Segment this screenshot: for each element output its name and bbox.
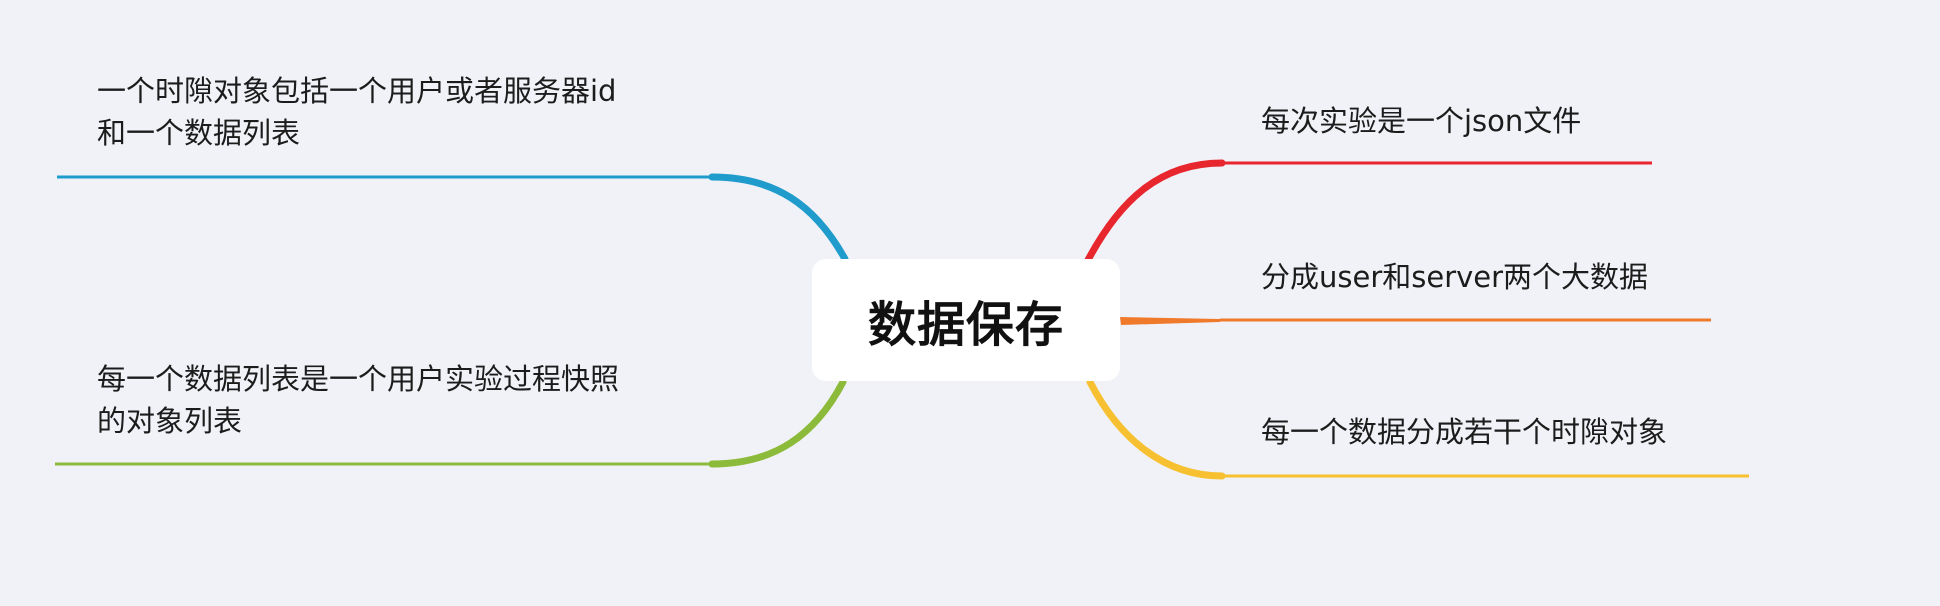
- topic-data-list[interactable]: 每一个数据列表是一个用户实验过程快照 的对象列表: [97, 358, 619, 442]
- topic-label-line-2: 的对象列表: [97, 404, 243, 438]
- topic-timeslot-content[interactable]: 一个时隙对象包括一个用户或者服务器id 和一个数据列表: [97, 70, 616, 154]
- topic-label: 分成user和server两个大数据: [1261, 260, 1649, 294]
- branch-line-right-2: [1120, 317, 1220, 325]
- topic-label: 每一个数据分成若干个时隙对象: [1261, 415, 1668, 449]
- central-topic[interactable]: 数据保存: [812, 259, 1120, 381]
- branch-line-left-1: [708, 173, 849, 263]
- branch-line-right-1: [1084, 159, 1226, 264]
- topic-label: 每次实验是一个json文件: [1261, 104, 1582, 138]
- topic-timeslot-objects[interactable]: 每一个数据分成若干个时隙对象: [1261, 411, 1667, 453]
- topic-label-line-2: 和一个数据列表: [97, 116, 301, 150]
- central-topic-label: 数据保存: [867, 297, 1064, 353]
- topic-json-file[interactable]: 每次实验是一个json文件: [1261, 100, 1581, 142]
- topic-label-line-1: 每一个数据列表是一个用户实验过程快照: [97, 362, 620, 396]
- topic-label-line-1: 一个时隙对象包括一个用户或者服务器id: [97, 74, 617, 108]
- mindmap-canvas: 数据保存 每次实验是一个json文件 分成user和server两个大数据 每一…: [0, 0, 1940, 606]
- branch-line-left-2: [708, 378, 847, 468]
- branch-line-right-3: [1086, 378, 1226, 480]
- topic-user-server[interactable]: 分成user和server两个大数据: [1261, 256, 1648, 298]
